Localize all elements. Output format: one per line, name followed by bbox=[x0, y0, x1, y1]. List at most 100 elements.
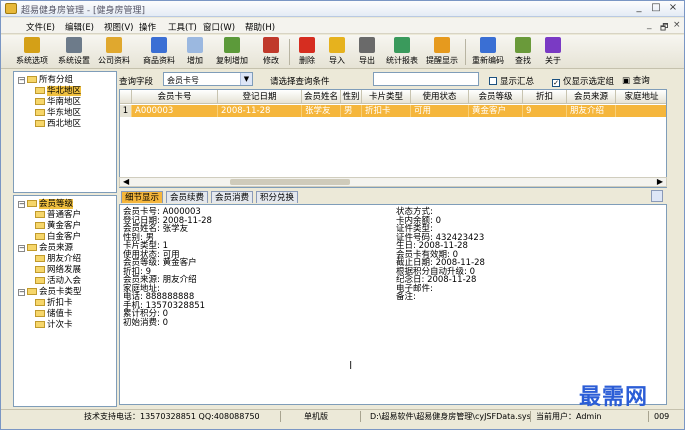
tab-member-consumption[interactable]: 会员消费 bbox=[211, 191, 254, 203]
folder-icon bbox=[35, 310, 45, 317]
tree-item-stored-value-card[interactable]: 储值卡 bbox=[35, 309, 73, 320]
collapse-icon[interactable]: − bbox=[18, 289, 25, 296]
menu-view[interactable]: 视图(V) bbox=[104, 21, 133, 33]
tab-points-redemption[interactable]: 积分兑换 bbox=[256, 191, 299, 203]
collapse-icon[interactable]: − bbox=[18, 201, 25, 208]
close-button[interactable]: × bbox=[666, 2, 680, 15]
table-cell[interactable]: 朋友介绍 bbox=[567, 105, 616, 117]
company-info-button[interactable]: 公司资料 bbox=[97, 37, 131, 67]
tree-group-card-type[interactable]: − 会员卡类型 bbox=[18, 287, 82, 298]
product-info-button[interactable]: 商品资料 bbox=[142, 37, 176, 67]
child-close-button[interactable]: × bbox=[673, 20, 681, 30]
tree-item-event-join[interactable]: 活动入会 bbox=[35, 276, 81, 287]
column-header[interactable]: 会员姓名 bbox=[302, 90, 341, 104]
tree-item-count-card[interactable]: 计次卡 bbox=[35, 320, 73, 331]
system-options-button[interactable]: 系统选项 bbox=[15, 37, 49, 67]
menu-window[interactable]: 窗口(W) bbox=[203, 21, 235, 33]
row-indicator-header bbox=[120, 90, 132, 104]
menu-operation[interactable]: 操作 bbox=[139, 21, 156, 33]
tree-group-member-level[interactable]: − 会员等级 bbox=[18, 199, 74, 210]
column-header[interactable]: 卡片类型 bbox=[362, 90, 411, 104]
export-button[interactable]: 导出 bbox=[355, 37, 379, 67]
query-field-select[interactable]: 会员卡号 ▼ bbox=[163, 72, 253, 86]
table-cell[interactable]: 折扣卡 bbox=[362, 105, 411, 117]
tree-item-gold-customer[interactable]: 黄金客户 bbox=[35, 221, 81, 232]
delete-button[interactable]: 删除 bbox=[295, 37, 319, 67]
about-button[interactable]: 关于 bbox=[541, 37, 565, 67]
menu-help[interactable]: 帮助(H) bbox=[245, 21, 275, 33]
tree-item-north-china[interactable]: 华北地区 bbox=[35, 86, 82, 97]
column-header[interactable]: 使用状态 bbox=[411, 90, 469, 104]
tab-member-renewal[interactable]: 会员续费 bbox=[166, 191, 209, 203]
statistics-report-button[interactable]: 统计报表 bbox=[385, 37, 419, 67]
tree-root-all-groups[interactable]: − 所有分组 bbox=[18, 75, 73, 86]
chevron-down-icon[interactable]: ▼ bbox=[240, 73, 252, 85]
tree-item-friend-referral[interactable]: 朋友介绍 bbox=[35, 254, 81, 265]
column-header[interactable]: 会员等级 bbox=[469, 90, 523, 104]
reminder-button[interactable]: 提醒显示 bbox=[425, 37, 459, 67]
tree-item-discount-card[interactable]: 折扣卡 bbox=[35, 298, 73, 309]
table-cell[interactable]: 男 bbox=[341, 105, 362, 117]
import-button[interactable]: 导入 bbox=[325, 37, 349, 67]
tree-item-northwest[interactable]: 西北地区 bbox=[35, 119, 81, 130]
tree-group-member-source[interactable]: − 会员来源 bbox=[18, 243, 73, 254]
checkbox-unchecked-icon[interactable] bbox=[489, 77, 497, 85]
collapse-icon[interactable]: − bbox=[18, 245, 25, 252]
child-minimize-button[interactable]: _ bbox=[647, 20, 652, 30]
tree-item-east-china[interactable]: 华东地区 bbox=[35, 108, 81, 119]
delete-x-icon bbox=[299, 37, 315, 53]
copy-icon[interactable] bbox=[651, 190, 663, 202]
menu-tools[interactable]: 工具(T) bbox=[168, 21, 197, 33]
system-options-icon bbox=[24, 37, 40, 53]
column-header[interactable]: 登记日期 bbox=[218, 90, 302, 104]
table-cell[interactable]: 黄金客户 bbox=[469, 105, 523, 117]
scroll-right-icon[interactable]: ▶ bbox=[657, 177, 663, 186]
menu-edit[interactable]: 编辑(E) bbox=[65, 21, 94, 33]
collapse-icon[interactable]: − bbox=[18, 77, 25, 84]
query-button[interactable]: ▣ 查询 bbox=[619, 72, 653, 86]
child-restore-button[interactable]: 🗗 bbox=[660, 20, 668, 36]
tree-item-normal-customer[interactable]: 普通客户 bbox=[35, 210, 81, 221]
toolbar-separator bbox=[289, 39, 290, 65]
scrollbar-thumb[interactable] bbox=[230, 179, 350, 185]
tab-detail-view[interactable]: 细节显示 bbox=[121, 191, 164, 203]
menu-file[interactable]: 文件(E) bbox=[26, 21, 55, 33]
tree-item-platinum-customer[interactable]: 白金客户 bbox=[35, 232, 81, 243]
horizontal-scrollbar[interactable]: ◀ ▶ bbox=[119, 177, 667, 187]
toolbar-separator bbox=[465, 39, 466, 65]
show-selected-group-checkbox[interactable]: ✓ 仅显示选定组 bbox=[552, 75, 614, 87]
table-cell[interactable]: 可用 bbox=[411, 105, 469, 117]
add-button[interactable]: 增加 bbox=[183, 37, 207, 67]
folder-icon bbox=[35, 222, 45, 229]
recode-icon bbox=[480, 37, 496, 53]
recode-button[interactable]: 重新编码 bbox=[471, 37, 505, 67]
filter-bar: 查询字段 会员卡号 ▼ 请选择查询条件 显示汇总 ✓ 仅显示选定组 ▣ 查询 bbox=[119, 71, 667, 89]
status-edition: 单机版 bbox=[301, 411, 361, 422]
edit-button[interactable]: 修改 bbox=[259, 37, 283, 67]
folder-icon bbox=[35, 266, 45, 273]
column-header[interactable]: 会员卡号 bbox=[132, 90, 218, 104]
checkbox-checked-icon[interactable]: ✓ bbox=[552, 79, 560, 87]
scroll-left-icon[interactable]: ◀ bbox=[123, 177, 129, 186]
maximize-button[interactable]: □ bbox=[649, 2, 663, 15]
copy-add-button[interactable]: 复制增加 bbox=[215, 37, 249, 67]
tree-item-south-china[interactable]: 华南地区 bbox=[35, 97, 81, 108]
tree-item-online-growth[interactable]: 网络发展 bbox=[35, 265, 81, 276]
table-cell[interactable]: A000003 bbox=[132, 105, 218, 117]
column-header[interactable]: 家庭地址 bbox=[616, 90, 666, 104]
folder-icon bbox=[27, 288, 37, 295]
folder-icon bbox=[27, 76, 37, 83]
show-summary-checkbox[interactable]: 显示汇总 bbox=[489, 75, 534, 87]
table-cell[interactable]: 2008-11-28 bbox=[218, 105, 302, 117]
table-cell[interactable] bbox=[616, 105, 666, 117]
query-condition-input[interactable] bbox=[373, 72, 479, 86]
table-cell[interactable]: 张学友 bbox=[302, 105, 341, 117]
find-button[interactable]: 查找 bbox=[511, 37, 535, 67]
system-settings-button[interactable]: 系统设置 bbox=[57, 37, 91, 67]
column-header[interactable]: 会员来源 bbox=[567, 90, 616, 104]
table-cell[interactable]: 9 bbox=[523, 105, 567, 117]
column-header[interactable]: 折扣 bbox=[523, 90, 567, 104]
minimize-button[interactable]: _ bbox=[632, 2, 646, 15]
folder-icon bbox=[35, 109, 45, 116]
column-header[interactable]: 性别 bbox=[341, 90, 362, 104]
